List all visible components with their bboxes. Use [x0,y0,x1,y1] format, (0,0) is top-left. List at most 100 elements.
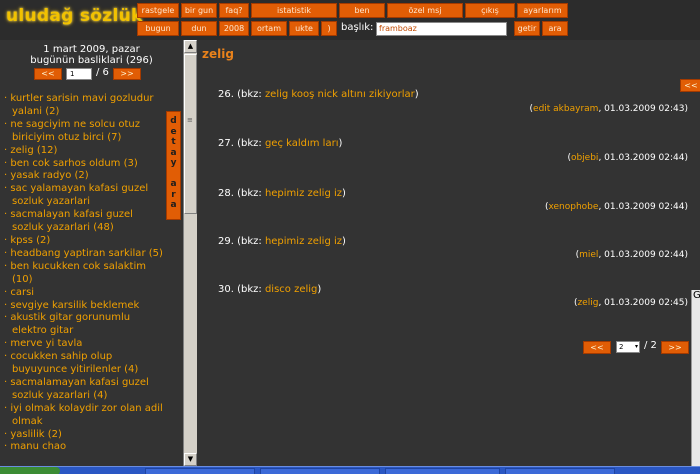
topic-title-link[interactable]: sacmalamayan kafasi guzel sozluk yazarla… [10,377,148,401]
entry-date: , 01.03.2009 02:44) [598,153,688,163]
taskbar-item[interactable] [260,468,380,474]
topic-list-item[interactable]: · zelig (12) [4,145,164,158]
nav-dun-button[interactable]: dun [181,21,217,36]
nav-bugun-button[interactable]: bugun [137,21,179,36]
topic-list-item[interactable]: · ne sagciyim ne solcu otuz biriciyim ot… [4,119,164,145]
topic-list-item[interactable]: · manu chao [4,441,164,454]
topic-list-item[interactable]: · iyi olmak kolaydir zor olan adil olmak [4,403,164,429]
chevron-down-icon: ▾ [634,343,638,350]
topic-title-link[interactable]: cocukken sahip olup buyuyunce yitirilenl… [10,351,121,375]
nav-ortam-button[interactable]: ortam [251,21,287,36]
topic-title-link[interactable]: sac yalamayan kafasi guzel sozluk yazarl… [10,183,148,207]
main-prev-page-button[interactable]: << [583,341,611,354]
topic-list-item[interactable]: · yaslilik (2) [4,429,164,442]
topic-list-item[interactable]: · cocukken sahip olup buyuyunce yitirile… [4,351,164,377]
topic-title-link[interactable]: kpss [10,235,33,246]
topic-title-link[interactable]: sevgiye karsilik beklemek [10,300,139,311]
topic-title-link[interactable]: carsi [10,287,34,298]
scroll-grip-icon: ≡ [187,116,193,124]
entry-bkz-link[interactable]: hepimiz zelig iz [265,236,342,247]
tab-letter: r [171,189,176,200]
nav-ben-button[interactable]: ben [339,3,385,18]
topic-title-link[interactable]: zelig [10,145,33,156]
entry-bkz-prefix: (bkz: [237,236,265,247]
edge-glyph: G [693,290,700,301]
topic-title-link[interactable]: yaslilik [10,429,44,440]
topic-title-link[interactable]: akustik gitar gorunumlu elektro gitar [10,312,130,336]
entry-author-link[interactable]: edit akbayram [533,104,598,114]
topic-list-item[interactable]: · sevgiye karsilik beklemek [4,300,164,313]
topic-count: (2) [36,234,51,246]
entry-date: , 01.03.2009 02:45) [598,298,688,308]
left-page-input[interactable]: 1 [66,68,92,80]
scroll-up-arrow-icon[interactable]: ▲ [184,40,197,53]
nav-bir-gun-button[interactable]: bir gun [181,3,217,18]
entry-bkz-suffix: ) [414,89,419,100]
entry-bkz-link[interactable]: zelig kooş nick altını zikiyorlar [265,89,415,100]
topic-count: (4) [93,389,108,401]
taskbar-item[interactable] [505,468,615,474]
nav-ukte-button[interactable]: ukte [289,21,319,36]
entry-text: 29. (bkz: hepimiz zelig iz) [218,236,346,247]
topic-list-item[interactable]: · carsi [4,287,164,300]
topic-list-item[interactable]: · headbang yaptiran sarkilar (5) [4,248,164,261]
topic-list-item[interactable]: · ben kucukken cok salaktim (10) [4,261,164,287]
site-logo[interactable]: uludağ sözlük [6,6,143,26]
today-topics-label[interactable]: bugünün basliklari (296) [0,55,183,66]
entry-author-link[interactable]: zelig [577,298,598,308]
nav-rastgele-button[interactable]: rastgele [137,3,179,18]
left-scrollbar[interactable]: ▲ ≡ ▼ [183,40,197,466]
nav-paren-button[interactable]: ) [321,21,337,36]
getir-button[interactable]: getir [514,21,540,36]
nav-2008-button[interactable]: 2008 [219,21,249,36]
entry-author-link[interactable]: objebi [571,153,598,163]
entry-date: , 01.03.2009 02:44) [598,202,688,212]
left-prev-page-button[interactable]: << [34,68,62,80]
entry-author-link[interactable]: xenophobe [548,202,598,212]
left-next-page-button[interactable]: >> [113,68,141,80]
scroll-down-arrow-icon[interactable]: ▼ [184,453,197,466]
nav-istatistik-button[interactable]: istatistik [251,3,337,18]
taskbar-item[interactable] [385,468,500,474]
entry-bkz-link[interactable]: hepimiz zelig iz [265,188,342,199]
detay-ara-tab[interactable]: detay ara [166,111,181,220]
topic-list-item[interactable]: · sacmalamayan kafasi guzel sozluk yazar… [4,377,164,403]
topic-title-link[interactable]: ben cok sarhos oldum [10,158,120,169]
search-input[interactable]: framboaz [376,22,507,36]
entry-bkz-link[interactable]: disco zelig [265,284,317,295]
main-prev-button[interactable]: << [680,79,700,92]
nav-faq-button[interactable]: faq? [219,3,249,18]
main-page-select[interactable]: 2 ▾ [616,341,640,353]
nav-ozel-msj-button[interactable]: özel msj [387,3,463,18]
taskbar-item[interactable] [145,468,255,474]
topic-title-link[interactable]: manu chao [10,441,66,452]
topic-title-link[interactable]: merve yi tavla [10,338,82,349]
entry-date: , 01.03.2009 02:43) [598,104,688,114]
topic-title[interactable]: zelig [202,47,234,61]
topic-title-link[interactable]: sacmalayan kafasi guzel sozluk yazarlari [10,209,133,233]
nav-cikis-button[interactable]: çıkış [465,3,515,18]
topic-title-link[interactable]: iyi olmak kolaydir zor olan adil olmak [10,403,162,427]
topic-list-item[interactable]: · sac yalamayan kafasi guzel sozluk yaza… [4,183,164,209]
topic-list-item[interactable]: · sacmalayan kafasi guzel sozluk yazarla… [4,209,164,235]
topic-title-link[interactable]: ben kucukken cok salaktim [10,261,146,272]
topic-list-item[interactable]: · yasak radyo (2) [4,170,164,183]
scroll-thumb[interactable] [184,54,197,214]
topic-title-link[interactable]: headbang yaptiran sarkilar [10,248,145,259]
entry-author-link[interactable]: miel [579,250,598,260]
entry-bkz-link[interactable]: geç kaldım ları [265,138,339,149]
topic-list-item[interactable]: · merve yi tavla [4,338,164,351]
main-next-page-button[interactable]: >> [661,341,689,354]
topic-count: (3) [123,157,138,169]
nav-ayarlarim-button[interactable]: ayarlarım [517,3,568,18]
entry-bkz-prefix: (bkz: [237,138,265,149]
topic-title-link[interactable]: kurtler sarisin mavi gozludur yalani [10,93,153,117]
topic-title-link[interactable]: yasak radyo [10,170,71,181]
tab-letter: a [170,200,177,210]
topic-list-item[interactable]: · kurtler sarisin mavi gozludur yalani (… [4,93,164,119]
topic-list-item[interactable]: · ben cok sarhos oldum (3) [4,158,164,171]
topic-list-item[interactable]: · akustik gitar gorunumlu elektro gitar [4,312,164,338]
topic-list-item[interactable]: · kpss (2) [4,235,164,248]
start-button[interactable] [0,467,60,474]
ara-button[interactable]: ara [542,21,568,36]
